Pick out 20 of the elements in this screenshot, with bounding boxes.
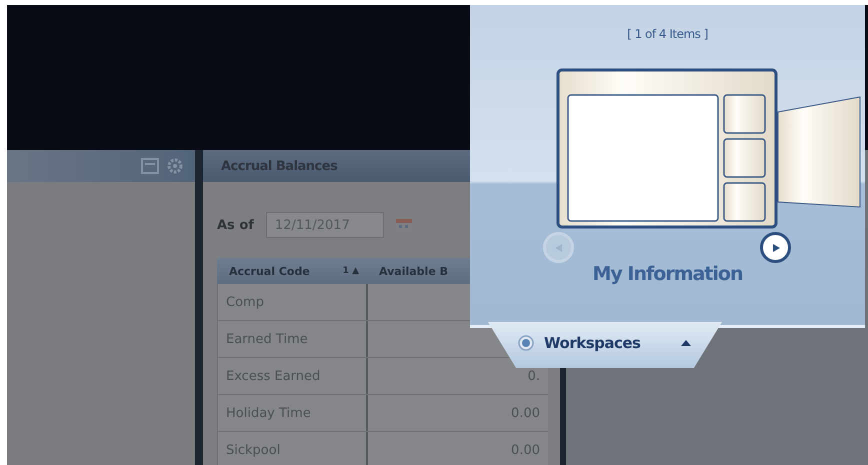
column-header[interactable]: Accrual Code 1 ▲ (217, 258, 367, 284)
as-of-label: As of (217, 218, 254, 232)
item-title: My Information (592, 263, 744, 285)
table-cell: 0. (368, 358, 548, 394)
caret-icon (680, 339, 692, 347)
item-counter: [ 1 of 4 Items ] (627, 27, 708, 41)
left-arrow-icon (554, 242, 564, 252)
next-button[interactable] (760, 232, 791, 263)
right-arrow-icon (770, 242, 780, 252)
window-icon[interactable] (141, 158, 159, 174)
gear-icon[interactable] (167, 158, 183, 174)
table-cell: Comp (218, 284, 368, 320)
panel-title: Accrual Balances (221, 158, 338, 174)
table-cell: 0.00 (368, 432, 548, 465)
table-cell: Holiday Time (218, 395, 368, 431)
radio-icon (518, 335, 534, 351)
table-cell: Excess Earned (218, 358, 368, 394)
table-cell: Earned Time (218, 321, 368, 357)
table-cell: 0.00 (368, 395, 548, 431)
table-cell: Sickpool (218, 432, 368, 465)
